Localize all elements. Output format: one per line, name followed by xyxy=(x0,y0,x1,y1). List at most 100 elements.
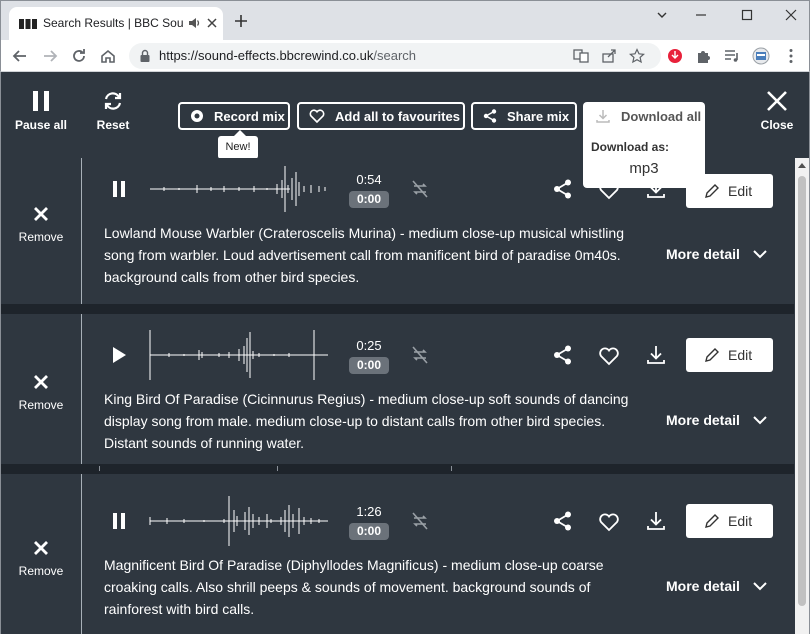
download-track-icon[interactable] xyxy=(645,510,667,532)
track-position: 0:00 xyxy=(349,191,389,208)
add-all-favourites-button[interactable]: Add all to favourites xyxy=(297,102,465,130)
window-close-icon[interactable] xyxy=(781,7,801,23)
close-label: Close xyxy=(760,118,794,132)
more-detail-toggle[interactable]: More detail xyxy=(666,412,768,428)
minimize-icon[interactable] xyxy=(691,7,711,23)
more-detail-label: More detail xyxy=(666,246,740,262)
scroll-up-arrow-icon[interactable] xyxy=(798,163,806,168)
bookmark-star-icon[interactable] xyxy=(629,48,645,64)
close-button[interactable]: Close xyxy=(737,90,809,132)
waveform[interactable] xyxy=(149,324,329,384)
more-detail-toggle[interactable]: More detail xyxy=(666,246,768,262)
share-mix-button[interactable]: Share mix xyxy=(471,102,577,130)
remove-button[interactable]: Remove xyxy=(1,206,81,244)
pause-all-label: Pause all xyxy=(14,118,68,132)
loop-off-icon[interactable] xyxy=(409,510,431,532)
bbc-favicon-icon xyxy=(19,19,37,29)
sound-description: King Bird Of Paradise (Cicinnurus Regius… xyxy=(104,391,629,451)
download-all-button[interactable]: Download all xyxy=(583,102,705,130)
pause-track-icon[interactable] xyxy=(108,178,130,200)
share-track-icon[interactable] xyxy=(552,344,574,366)
loop-off-icon[interactable] xyxy=(409,344,431,366)
sound-mixer-panel: Pause all Reset Record mix New! Add all … xyxy=(0,72,810,634)
remove-label: Remove xyxy=(18,230,64,244)
remove-label: Remove xyxy=(18,564,64,578)
record-mix-label: Record mix xyxy=(214,108,285,124)
url-text[interactable]: https://sound-effects.bbcrewind.co.uk/se… xyxy=(159,48,416,63)
remove-button[interactable]: Remove xyxy=(1,540,81,578)
favourite-heart-icon[interactable] xyxy=(598,511,620,533)
track-duration: 1:26 xyxy=(356,504,382,519)
track-duration: 0:25 xyxy=(356,338,382,353)
menu-dots-icon[interactable] xyxy=(782,47,800,65)
pause-icon xyxy=(33,91,49,111)
pencil-icon xyxy=(705,514,719,528)
sound-card: Remove 1:26 0:00 Edit Magnificent Bird O… xyxy=(1,474,794,634)
record-icon xyxy=(191,110,203,122)
chevron-down-icon[interactable] xyxy=(652,7,672,23)
edit-button[interactable]: Edit xyxy=(686,338,773,372)
remove-label: Remove xyxy=(18,398,64,412)
profile-avatar-icon[interactable] xyxy=(752,47,770,65)
pause-track-icon[interactable] xyxy=(108,510,130,532)
add-all-favourites-label: Add all to favourites xyxy=(335,108,460,124)
url-host: https://sound-effects.bbcrewind.co.uk xyxy=(159,48,374,63)
card-separator xyxy=(1,304,794,314)
back-arrow-icon[interactable] xyxy=(11,47,29,65)
address-bar[interactable]: https://sound-effects.bbcrewind.co.uk/se… xyxy=(129,43,661,69)
edit-button[interactable]: Edit xyxy=(686,504,773,538)
puzzle-icon[interactable] xyxy=(695,47,713,65)
sound-description: Magnificent Bird Of Paradise (Diphyllode… xyxy=(104,557,604,617)
card-divider xyxy=(81,158,82,304)
scrollbar-thumb[interactable] xyxy=(798,176,806,606)
close-icon xyxy=(767,91,787,111)
reset-button[interactable]: Reset xyxy=(73,90,153,132)
loop-off-icon[interactable] xyxy=(409,178,431,200)
download-track-icon[interactable] xyxy=(645,344,667,366)
card-divider xyxy=(81,474,82,634)
download-icon xyxy=(596,110,610,123)
lock-icon[interactable] xyxy=(139,49,151,63)
playlist-icon[interactable] xyxy=(723,47,741,65)
translate-icon[interactable] xyxy=(573,48,589,64)
pencil-icon xyxy=(705,348,719,362)
heart-icon xyxy=(309,109,325,123)
speaker-icon[interactable] xyxy=(187,16,201,30)
download-format-panel: Download as: mp3 xyxy=(583,130,705,188)
favourite-heart-icon[interactable] xyxy=(598,345,620,367)
new-tab-icon[interactable] xyxy=(233,13,249,29)
track-duration: 0:54 xyxy=(356,172,382,187)
maximize-icon[interactable] xyxy=(737,7,757,23)
home-icon[interactable] xyxy=(99,47,117,65)
chevron-down-icon xyxy=(753,416,767,425)
timeline-tick xyxy=(277,466,278,471)
share-page-icon[interactable] xyxy=(601,48,617,64)
browser-tab[interactable]: Search Results | BBC Sound xyxy=(9,7,223,41)
more-detail-toggle[interactable]: More detail xyxy=(666,578,768,594)
forward-arrow-icon[interactable] xyxy=(41,47,59,65)
share-track-icon[interactable] xyxy=(552,178,574,200)
more-detail-label: More detail xyxy=(666,412,740,428)
remove-button[interactable]: Remove xyxy=(1,374,81,412)
waveform[interactable] xyxy=(149,158,329,218)
share-track-icon[interactable] xyxy=(552,510,574,532)
url-path: /search xyxy=(373,48,417,63)
pencil-icon xyxy=(705,184,719,198)
edit-label: Edit xyxy=(728,347,753,363)
play-track-icon[interactable] xyxy=(108,344,130,366)
pause-all-button[interactable]: Pause all xyxy=(1,90,81,132)
waveform[interactable] xyxy=(149,490,329,550)
extension-red-icon[interactable] xyxy=(666,47,684,65)
reload-icon[interactable] xyxy=(70,47,88,65)
download-format-option[interactable]: mp3 xyxy=(583,160,705,177)
timeline-tick xyxy=(451,466,452,471)
record-mix-button[interactable]: Record mix xyxy=(178,102,290,130)
timeline-tick xyxy=(99,466,100,471)
remove-x-icon xyxy=(34,207,48,221)
share-mix-label: Share mix xyxy=(507,108,570,124)
new-badge: New! xyxy=(218,130,258,159)
tab-close-icon[interactable] xyxy=(206,17,218,29)
download-as-label: Download as: xyxy=(591,140,670,154)
sound-card: Remove 0:25 0:00 Edit King Bird Of Parad… xyxy=(1,314,794,464)
card-separator xyxy=(1,464,794,474)
